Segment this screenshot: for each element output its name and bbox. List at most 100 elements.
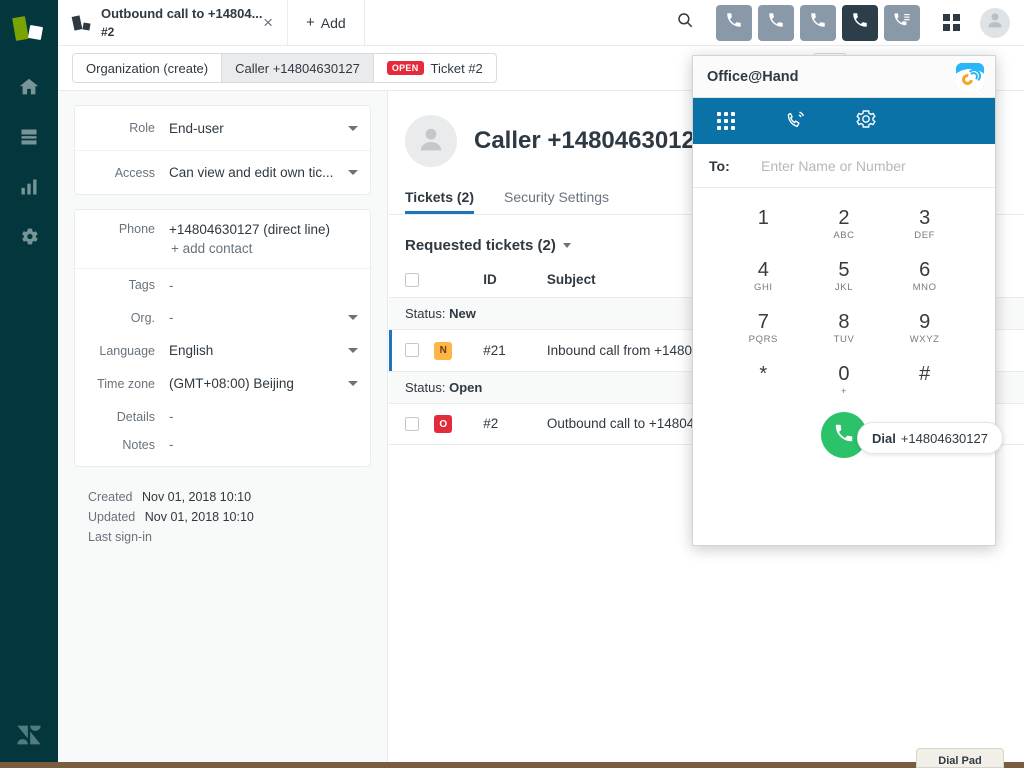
field-label: Language [87, 344, 169, 358]
chevron-down-icon [563, 243, 571, 248]
sidebar-item-admin[interactable] [0, 214, 58, 264]
row-checkbox[interactable] [405, 417, 419, 431]
section-title-label: Requested tickets (2) [405, 237, 556, 254]
chevron-down-icon[interactable] [348, 315, 358, 320]
dialpad-key-6[interactable]: 6 MNO [884, 258, 965, 294]
field-tags[interactable]: Tags - [75, 268, 370, 301]
apps-button[interactable] [934, 6, 968, 40]
chevron-down-icon[interactable] [348, 126, 358, 131]
call-button-1[interactable] [716, 5, 752, 41]
tab-tickets[interactable]: Tickets (2) [405, 189, 474, 214]
key-letters: MNO [884, 282, 965, 294]
officeathand-logo-icon [956, 63, 984, 91]
bottom-dock-strip [0, 762, 1024, 768]
dialer-header: Office@Hand [693, 56, 995, 98]
field-timezone[interactable]: Time zone (GMT+08:00) Beijing [75, 367, 370, 400]
field-details[interactable]: Details - [75, 400, 370, 433]
row-id: #21 [483, 330, 547, 372]
row-id: #2 [483, 403, 547, 445]
phone-icon [767, 11, 785, 34]
field-label: Phone [87, 222, 169, 237]
breadcrumb-item-caller[interactable]: Caller +14804630127 [222, 54, 374, 82]
zendesk-z-icon [0, 710, 58, 760]
gear-icon [19, 226, 40, 252]
column-header-id: ID [483, 266, 547, 298]
key-letters: JKL [804, 282, 885, 294]
sidebar-item-views[interactable] [0, 114, 58, 164]
key-number: 9 [884, 310, 965, 334]
call-button-2[interactable] [758, 5, 794, 41]
user-avatar-icon [984, 9, 1006, 36]
dialpad-key-7[interactable]: 7 PQRS [723, 310, 804, 346]
chevron-down-icon[interactable] [348, 170, 358, 175]
dialpad-key-2[interactable]: 2 ABC [804, 206, 885, 242]
tab-security-settings[interactable]: Security Settings [504, 189, 609, 214]
to-input[interactable] [761, 158, 979, 174]
field-value: Can view and edit own tic... [169, 165, 340, 180]
add-tab-button[interactable]: + Add [288, 0, 365, 45]
chevron-down-icon[interactable] [348, 381, 358, 386]
search-icon [676, 11, 694, 34]
dialpad-key-star[interactable]: * [723, 362, 804, 398]
field-label: Details [87, 410, 169, 424]
dialpad-key-5[interactable]: 5 JKL [804, 258, 885, 294]
field-value: English [169, 343, 340, 358]
breadcrumb-item-organization[interactable]: Organization (create) [73, 54, 222, 82]
key-letters: PQRS [723, 334, 804, 346]
key-number: 8 [804, 310, 885, 334]
breadcrumb-item-ticket[interactable]: OPEN Ticket #2 [374, 54, 496, 82]
field-language[interactable]: Language English [75, 334, 370, 367]
call-button-5[interactable] [884, 5, 920, 41]
row-checkbox[interactable] [405, 343, 419, 357]
key-number: 1 [723, 206, 804, 230]
dialpad-key-hash[interactable]: # [884, 362, 965, 398]
views-icon [19, 127, 39, 152]
dialpad-key-9[interactable]: 9 WXYZ [884, 310, 965, 346]
status-prefix: Status: [405, 380, 445, 395]
dialpad: 1 2 ABC 3 DEF 4 GHI 5 JKL 6 MNO [693, 188, 995, 398]
key-number: 2 [804, 206, 885, 230]
select-all-header [389, 266, 434, 298]
field-notes[interactable]: Notes - [75, 433, 370, 466]
home-icon [18, 76, 40, 103]
dialpad-tab[interactable] [709, 104, 743, 138]
dialpad-key-3[interactable]: 3 DEF [884, 206, 965, 242]
field-label: Time zone [87, 377, 169, 391]
dialpad-key-4[interactable]: 4 GHI [723, 258, 804, 294]
field-label: Role [87, 121, 169, 135]
dialpad-key-8[interactable]: 8 TUV [804, 310, 885, 346]
key-number: 4 [723, 258, 804, 282]
sidebar-item-reporting[interactable] [0, 164, 58, 214]
dialer-panel: Office@Hand To: [692, 55, 996, 546]
field-role[interactable]: Role End-user [75, 106, 370, 150]
left-nav-rail [0, 0, 58, 768]
key-number: * [723, 362, 804, 386]
topbar-actions [668, 0, 1024, 45]
select-all-checkbox[interactable] [405, 273, 419, 287]
field-org[interactable]: Org. - [75, 301, 370, 334]
dialpad-key-1[interactable]: 1 [723, 206, 804, 242]
open-ticket-tab[interactable]: Outbound call to +14804... #2 × [58, 0, 288, 45]
call-button-4[interactable] [842, 5, 878, 41]
row-status-cell: O [434, 403, 483, 445]
calls-tab[interactable] [779, 104, 813, 138]
field-access[interactable]: Access Can view and edit own tic... [75, 150, 370, 194]
phone-icon [851, 11, 869, 34]
key-number: 5 [804, 258, 885, 282]
field-label: Tags [87, 278, 169, 292]
chevron-down-icon[interactable] [348, 348, 358, 353]
dial-pad-dock-tab[interactable]: Dial Pad [916, 748, 1004, 768]
sidebar-item-home[interactable] [0, 64, 58, 114]
settings-tab[interactable] [849, 104, 883, 138]
call-button-3[interactable] [800, 5, 836, 41]
dialer-title: Office@Hand [707, 69, 798, 85]
close-icon[interactable]: × [257, 14, 279, 31]
avatar[interactable] [980, 8, 1010, 38]
key-letters: WXYZ [884, 334, 965, 346]
add-contact-link[interactable]: + add contact [75, 241, 370, 268]
search-button[interactable] [668, 6, 702, 40]
record-metadata: Created Nov 01, 2018 10:10 Updated Nov 0… [74, 481, 371, 547]
dial-number: +14804630127 [901, 431, 988, 446]
field-label: Notes [87, 438, 169, 452]
dialpad-key-0[interactable]: 0 + [804, 362, 885, 398]
